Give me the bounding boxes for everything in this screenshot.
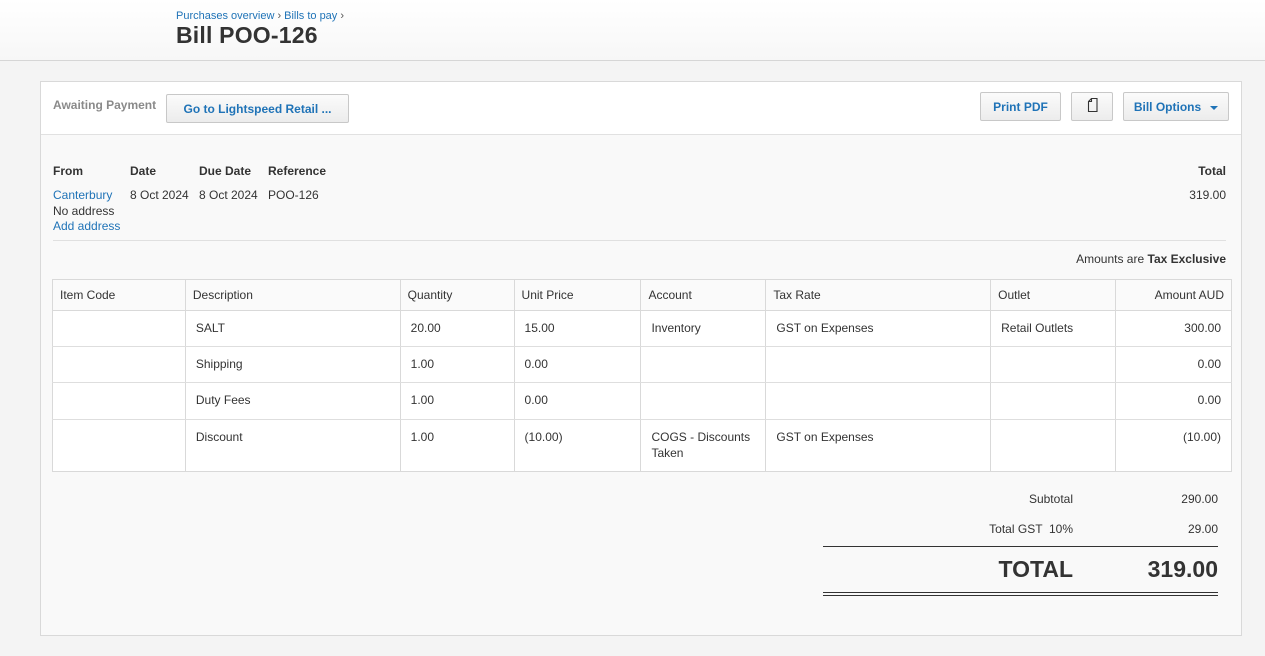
from-block: Canterbury No address Add address [53, 188, 120, 235]
reference-label: Reference [268, 164, 327, 178]
total-gst-label: Total GST 10% [989, 522, 1073, 536]
table-header-row: Item Code Description Quantity Unit Pric… [52, 279, 1232, 311]
breadcrumb-separator: › [277, 10, 282, 22]
due-date: 8 Oct 2024 [199, 188, 258, 202]
totals-double-rule-bottom [823, 595, 1218, 596]
quantity-cell: 1.00 [399, 346, 515, 383]
breadcrumb-separator: › [340, 10, 344, 22]
grand-total-label: TOTAL [998, 556, 1073, 582]
subtotal-value: 290.00 [1181, 492, 1218, 506]
status-label: Awaiting Payment [53, 98, 157, 112]
copy-button[interactable] [1071, 92, 1113, 121]
description-cell: Shipping [184, 346, 401, 383]
amount-cell: 300.00 [1115, 310, 1232, 347]
copy-icon [1086, 97, 1098, 115]
unit-price-cell: (10.00) [513, 419, 642, 472]
quantity-cell: 1.00 [399, 419, 515, 472]
tax-rate-cell: GST on Expenses [765, 419, 992, 472]
amount-cell: 0.00 [1115, 382, 1232, 420]
item-code-cell [52, 419, 186, 472]
bill-options-button[interactable]: Bill Options [1123, 92, 1229, 121]
caret-down-icon [1210, 105, 1219, 110]
account-cell [640, 382, 767, 420]
breadcrumb: Purchases overview › Bills to pay › [176, 10, 347, 22]
outlet-cell [990, 419, 1117, 472]
item-code-cell [52, 382, 186, 420]
page-title: Bill POO-126 [176, 22, 318, 48]
unit-price-cell: 0.00 [513, 346, 642, 383]
print-pdf-button[interactable]: Print PDF [980, 92, 1061, 121]
subtotal-label: Subtotal [1028, 492, 1073, 506]
total-label: Total [1198, 164, 1226, 178]
amounts-prefix: Amounts are [1076, 252, 1145, 266]
account-cell [640, 346, 767, 383]
unit-price-cell: 0.00 [513, 382, 642, 420]
tax-rate-cell: GST on Expenses [765, 310, 992, 347]
amounts-type: Tax Exclusive [1147, 252, 1227, 266]
description-cell: Duty Fees [184, 382, 401, 420]
column-header: Item Code [52, 279, 186, 311]
bill-toolbar: Awaiting Payment Go to Lightspeed Retail… [41, 82, 1241, 135]
grand-total-value: 319.00 [1147, 556, 1218, 582]
bill-date: 8 Oct 2024 [130, 188, 189, 202]
line-items-table: Item Code Description Quantity Unit Pric… [52, 279, 1232, 472]
supplier-link[interactable]: Canterbury [53, 188, 120, 204]
column-header: Quantity [399, 279, 515, 311]
total-gst-value: 29.00 [1187, 522, 1218, 536]
quantity-cell: 1.00 [399, 382, 515, 420]
column-header: Description [184, 279, 401, 311]
column-header: Unit Price [513, 279, 642, 311]
totals-double-rule-top [823, 592, 1218, 593]
divider [53, 240, 1226, 241]
outlet-cell [990, 346, 1117, 383]
item-code-cell [52, 310, 186, 347]
table-row[interactable]: SALT 20.00 15.00 Inventory GST on Expens… [52, 310, 1232, 347]
unit-price-cell: 15.00 [513, 310, 642, 347]
column-header: Account [640, 279, 767, 311]
from-label: From [53, 164, 83, 178]
tax-rate-cell [765, 382, 992, 420]
date-label: Date [130, 164, 157, 178]
go-to-lightspeed-button[interactable]: Go to Lightspeed Retail ... [166, 94, 349, 123]
breadcrumb-purchases-overview[interactable]: Purchases overview [176, 10, 274, 22]
table-row[interactable]: Discount 1.00 (10.00) COGS - Discounts T… [52, 419, 1232, 472]
description-cell: Discount [184, 419, 401, 472]
total-value: 319.00 [1189, 188, 1226, 202]
amounts-note: Amounts are Tax Exclusive [1076, 252, 1226, 266]
outlet-cell: Retail Outlets [990, 310, 1117, 347]
account-cell: Inventory [640, 310, 767, 347]
bill-panel: Awaiting Payment Go to Lightspeed Retail… [40, 81, 1242, 636]
top-header: Purchases overview › Bills to pay › Bill PO… [0, 0, 1265, 61]
breadcrumb-bills-to-pay[interactable]: Bills to pay [284, 10, 337, 22]
column-header: Outlet [990, 279, 1117, 311]
due-date-label: Due Date [199, 164, 252, 178]
quantity-cell: 20.00 [399, 310, 515, 347]
bill-options-label: Bill Options [1133, 99, 1202, 114]
totals-rule [823, 546, 1218, 547]
tax-rate-cell [765, 346, 992, 383]
column-header: Amount AUD [1115, 279, 1232, 311]
amount-cell: 0.00 [1115, 346, 1232, 383]
reference-value: POO-126 [268, 188, 319, 202]
outlet-cell [990, 382, 1117, 420]
supplier-address: No address [53, 203, 115, 218]
add-address-link[interactable]: Add address [53, 219, 120, 235]
table-row[interactable]: Duty Fees 1.00 0.00 0.00 [52, 382, 1232, 420]
account-cell: COGS - Discounts Taken [640, 419, 767, 472]
column-header: Tax Rate [765, 279, 992, 311]
item-code-cell [52, 346, 186, 383]
amount-cell: (10.00) [1115, 419, 1232, 472]
table-row[interactable]: Shipping 1.00 0.00 0.00 [52, 346, 1232, 383]
description-cell: SALT [184, 310, 401, 347]
